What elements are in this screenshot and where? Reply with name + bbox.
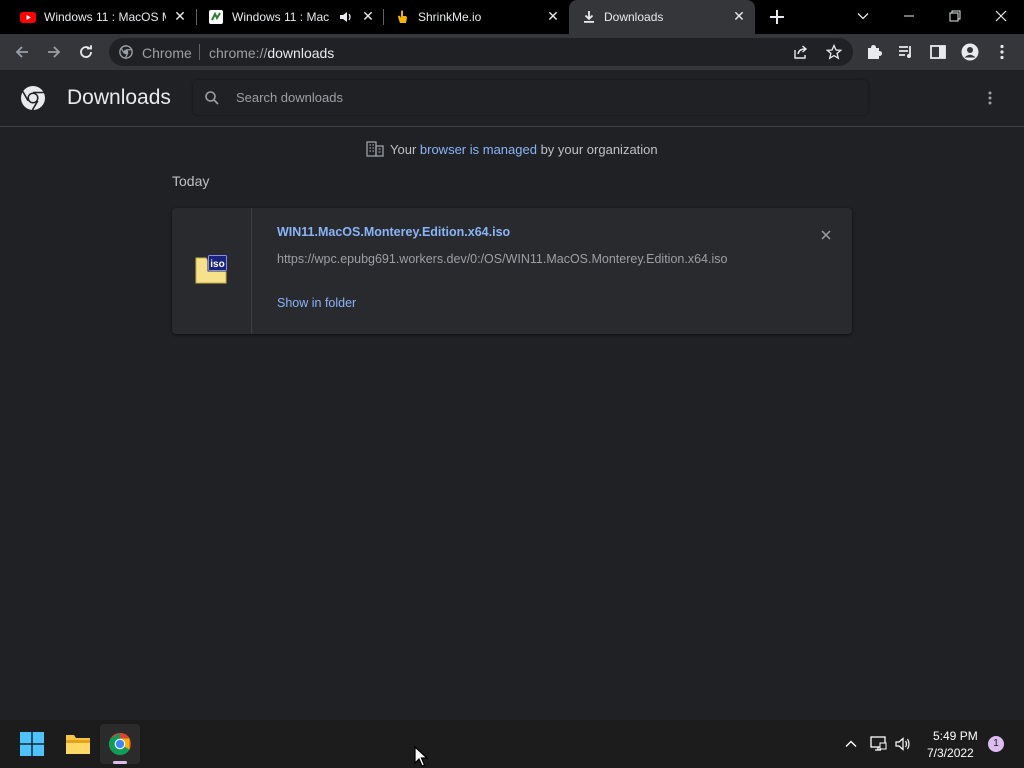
avatar-icon: [961, 43, 979, 61]
network-icon[interactable]: [869, 735, 887, 753]
tab-search-button[interactable]: [840, 0, 886, 34]
tab-windows-mac[interactable]: Windows 11 : Mac ✕: [196, 0, 382, 34]
restore-icon: [949, 10, 961, 22]
iso-file-icon: iso: [195, 254, 228, 284]
show-in-folder-link[interactable]: Show in folder: [277, 296, 356, 310]
more-actions-button[interactable]: [976, 84, 1004, 112]
forward-arrow-icon: [48, 46, 61, 58]
restore-button[interactable]: [932, 0, 978, 34]
close-icon: [995, 10, 1007, 22]
taskbar: 5:49 PM 7/3/2022 1: [0, 720, 1024, 768]
download-item: iso WIN11.MacOS.Monterey.Edition.x64.iso…: [172, 208, 852, 334]
address-bar[interactable]: Chrome chrome://downloads: [109, 38, 853, 66]
site-icon: [209, 10, 223, 24]
notification-badge[interactable]: 1: [988, 736, 1004, 752]
back-arrow-icon: [15, 46, 28, 58]
iso-badge-text: iso: [210, 259, 224, 270]
building-icon: [366, 141, 384, 157]
youtube-icon: [20, 12, 36, 23]
puzzle-icon: [868, 45, 882, 59]
hand-icon: [398, 10, 407, 23]
speaker-icon[interactable]: [338, 9, 354, 25]
share-icon[interactable]: [793, 44, 809, 60]
windows-logo-icon: [20, 732, 44, 756]
menu-button[interactable]: [988, 38, 1016, 66]
site-chip-label: Chrome: [142, 45, 192, 61]
download-filename[interactable]: WIN11.MacOS.Monterey.Edition.x64.iso: [277, 225, 510, 239]
tab-downloads[interactable]: Downloads ✕: [569, 0, 755, 34]
download-icon: [584, 11, 594, 23]
reload-icon: [80, 45, 92, 58]
extensions-button[interactable]: [860, 38, 888, 66]
tab-label: ShrinkMe.io: [418, 10, 482, 24]
file-icon-area: iso: [172, 208, 252, 334]
kebab-menu-icon: [1000, 44, 1004, 60]
tab-youtube[interactable]: Windows 11 : MacOS M ✕: [8, 0, 194, 34]
chrome-taskbar-button[interactable]: [100, 724, 140, 764]
plus-icon: [770, 10, 784, 24]
chrome-logo-icon: [21, 86, 45, 111]
clock-date[interactable]: 7/3/2022: [927, 746, 974, 760]
close-tab-icon[interactable]: ✕: [360, 8, 376, 24]
close-window-button[interactable]: [978, 0, 1024, 34]
managed-link[interactable]: browser is managed: [420, 142, 537, 157]
download-url[interactable]: https://wpc.epubg691.workers.dev/0:/OS/W…: [277, 252, 727, 266]
file-explorer-button[interactable]: [60, 728, 96, 760]
kebab-menu-icon: [988, 91, 992, 105]
page-title: Downloads: [67, 86, 171, 109]
side-panel-button[interactable]: [924, 38, 952, 66]
clock-time[interactable]: 5:49 PM: [933, 729, 978, 743]
close-tab-icon[interactable]: ✕: [172, 8, 188, 24]
close-icon: [821, 230, 831, 240]
search-icon: [205, 91, 219, 105]
tab-label: Downloads: [604, 10, 664, 24]
minimize-icon: [904, 15, 914, 17]
reload-button[interactable]: [72, 38, 100, 66]
managed-prefix: Your: [390, 142, 420, 157]
url-scheme: chrome://: [209, 45, 268, 61]
managed-notice: Your browser is managed by your organiza…: [366, 141, 658, 157]
tab-label: Windows 11 : Mac: [232, 10, 330, 24]
media-controls-button[interactable]: [892, 38, 920, 66]
media-icon: [899, 46, 911, 58]
bookmark-star-icon[interactable]: [826, 44, 842, 60]
search-placeholder: Search downloads: [236, 90, 343, 105]
omnibox-divider: [199, 44, 200, 60]
close-tab-icon[interactable]: ✕: [731, 8, 747, 24]
new-tab-button[interactable]: [766, 6, 788, 28]
managed-suffix: by your organization: [536, 142, 658, 157]
chrome-site-icon: [119, 45, 133, 59]
search-downloads-field[interactable]: Search downloads: [193, 80, 868, 115]
tab-label: Windows 11 : MacOS M: [44, 10, 166, 24]
tab-shrinkme[interactable]: ShrinkMe.io ✕: [383, 0, 569, 34]
mouse-cursor-icon: [414, 746, 428, 767]
chevron-up-icon[interactable]: [844, 737, 858, 751]
url-text[interactable]: chrome://downloads: [209, 45, 334, 61]
back-button[interactable]: [8, 38, 36, 66]
chrome-icon: [109, 733, 131, 755]
start-button[interactable]: [14, 728, 50, 760]
chevron-down-icon: [857, 13, 869, 20]
close-tab-icon[interactable]: ✕: [545, 8, 561, 24]
folder-icon: [66, 735, 90, 754]
active-app-indicator: [113, 761, 127, 764]
forward-button[interactable]: [40, 38, 68, 66]
profile-button[interactable]: [956, 38, 984, 66]
remove-download-button[interactable]: [816, 225, 836, 245]
date-section-label: Today: [172, 173, 210, 189]
minimize-button[interactable]: [886, 0, 932, 34]
tab-strip: Windows 11 : MacOS M ✕ Windows 11 : Mac …: [0, 0, 1024, 34]
url-host: downloads: [267, 45, 335, 61]
side-panel-icon: [930, 45, 946, 59]
volume-icon[interactable]: [894, 735, 912, 753]
